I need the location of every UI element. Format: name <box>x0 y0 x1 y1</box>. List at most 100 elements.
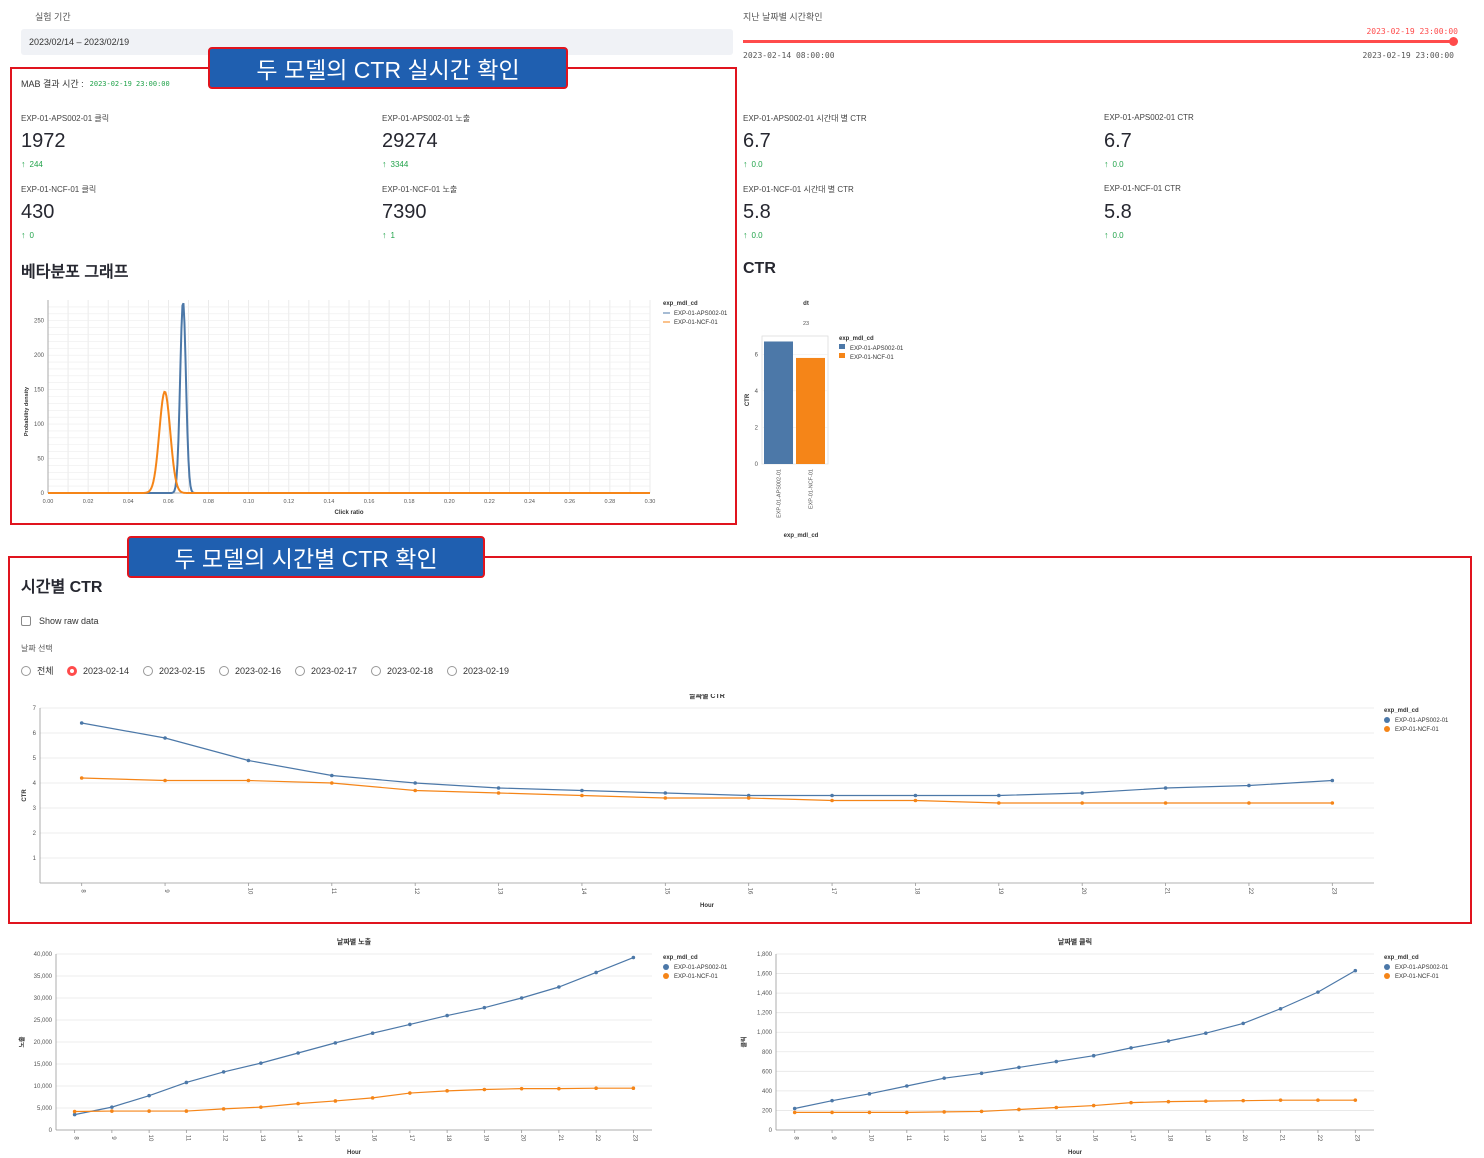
data-point <box>1080 801 1084 805</box>
radio-circle[interactable] <box>371 665 381 676</box>
y-tick-label: 100 <box>34 422 45 428</box>
legend-label: EXP-01-NCF-01 <box>850 355 894 361</box>
radio-label: 2023-02-19 <box>463 665 510 676</box>
time-slider-track[interactable] <box>743 40 1455 43</box>
radio-circle[interactable] <box>295 665 305 676</box>
legend-symbol <box>1384 717 1390 723</box>
raw-data-checkbox[interactable] <box>21 616 31 626</box>
date-radio-option[interactable]: 전체 <box>21 664 67 677</box>
legend-symbol <box>839 353 845 358</box>
data-point <box>1204 1099 1208 1103</box>
x-tick-label: 14 <box>1017 1135 1023 1142</box>
x-axis-label: Hour <box>700 903 715 909</box>
x-tick-label: 8 <box>80 889 86 893</box>
data-point <box>631 1086 636 1090</box>
legend-title: exp_mdl_cd <box>1384 708 1419 714</box>
radio-circle[interactable] <box>21 665 31 676</box>
date-radio-option[interactable]: 2023-02-14 <box>67 664 143 677</box>
mab-time-value: 2023-02-19 23:00:00 <box>89 79 170 88</box>
date-select-label: 날짜 선택 <box>21 644 53 653</box>
data-point <box>1353 968 1358 973</box>
data-point <box>663 796 668 800</box>
x-tick-label: 13 <box>259 1135 265 1142</box>
mab-time-label: MAB 결과 시간 : <box>21 79 84 89</box>
legend-label: EXP-01-APS002-01 <box>1395 718 1449 724</box>
radio-circle[interactable] <box>219 665 229 676</box>
data-point <box>413 788 417 793</box>
data-point <box>110 1105 114 1109</box>
y-tick-label: 4 <box>755 389 759 395</box>
data-point <box>1247 801 1251 805</box>
legend-symbol <box>1384 973 1390 979</box>
arrow-up-icon: ↑ <box>1104 230 1109 240</box>
data-point <box>72 1109 77 1114</box>
metric-label: EXP-01-APS002-01 CTR <box>1104 113 1194 122</box>
data-point <box>519 996 524 1000</box>
metric-delta-row: ↑ 244 <box>21 159 43 169</box>
y-tick-label: 5 <box>33 756 37 762</box>
data-point <box>631 955 636 960</box>
x-tick-label: 18 <box>913 888 919 895</box>
metric-delta: 0.0 <box>1112 230 1124 240</box>
y-tick-label: 6 <box>755 352 759 358</box>
data-point <box>1080 791 1084 795</box>
data-point <box>830 798 834 803</box>
period-label: 실험 기간 <box>35 12 71 22</box>
data-point <box>296 1101 300 1106</box>
x-tick-label: 16 <box>1092 1135 1098 1142</box>
data-point <box>1129 1100 1133 1105</box>
metric-value: 1972 <box>21 130 66 152</box>
metric-delta-row: ↑ 0 <box>21 230 34 240</box>
x-tick-label: 11 <box>184 1135 190 1142</box>
metric-label: EXP-01-NCF-01 노출 <box>382 185 458 194</box>
legend-label: EXP-01-APS002-01 <box>850 346 904 352</box>
x-tick-label: 17 <box>830 888 836 895</box>
y-tick-label: 25,000 <box>34 1018 53 1024</box>
series-line <box>81 722 1333 797</box>
date-radio-option[interactable]: 2023-02-19 <box>447 664 523 677</box>
slider-current-value: 2023-02-19 23:00:00 <box>1366 27 1458 36</box>
metric-value: 7390 <box>382 201 427 223</box>
data-point <box>184 1109 189 1113</box>
legend-label: EXP-01-APS002-01 <box>1395 965 1449 971</box>
date-radio-option[interactable]: 2023-02-17 <box>295 664 371 677</box>
realtime-callout: 두 모델의 CTR 실시간 확인 <box>208 47 568 89</box>
radio-circle[interactable] <box>67 665 77 676</box>
data-point <box>333 1099 338 1103</box>
legend-title: exp_mdl_cd <box>839 336 874 342</box>
x-tick-label: 9 <box>110 1136 116 1140</box>
metric-label: EXP-01-APS002-01 클릭 <box>21 114 110 123</box>
y-tick-label: 1,800 <box>757 952 773 958</box>
beta-section-title: 베타분포 그래프 <box>21 264 129 281</box>
x-tick-label: 18 <box>1166 1135 1172 1142</box>
raw-data-checkbox-row[interactable]: Show raw data <box>21 616 99 626</box>
x-tick-label: 0.08 <box>203 499 214 505</box>
y-tick-label: 10,000 <box>34 1084 53 1090</box>
metric-value: 5.8 <box>1104 201 1132 223</box>
radio-circle[interactable] <box>143 665 153 676</box>
data-point <box>370 1031 375 1035</box>
data-point <box>1204 1031 1208 1035</box>
date-radio-option[interactable]: 2023-02-16 <box>219 664 295 677</box>
y-tick-label: 20,000 <box>34 1040 53 1046</box>
metric-value: 430 <box>21 201 55 223</box>
x-tick-label: 10 <box>246 888 252 895</box>
data-point <box>147 1109 151 1113</box>
x-tick-label: 16 <box>371 1135 377 1142</box>
time-slider-handle[interactable] <box>1449 37 1458 46</box>
metric-delta-row: ↑ 3344 <box>382 159 408 169</box>
date-radio-option[interactable]: 2023-02-18 <box>371 664 447 677</box>
x-tick-label: 19 <box>482 1135 488 1142</box>
radio-circle[interactable] <box>447 665 457 676</box>
x-tick-label: 0.10 <box>243 499 254 505</box>
data-point <box>1091 1053 1096 1058</box>
x-tick-label: 9 <box>163 889 169 893</box>
y-tick-label: 6 <box>33 731 37 737</box>
x-tick-label: 22 <box>594 1135 600 1142</box>
date-radio-option[interactable]: 2023-02-15 <box>143 664 219 677</box>
data-point <box>408 1022 412 1027</box>
arrow-up-icon: ↑ <box>382 230 387 240</box>
bar <box>764 341 793 464</box>
radio-label: 2023-02-17 <box>311 665 358 676</box>
y-tick-label: 30,000 <box>34 996 53 1002</box>
